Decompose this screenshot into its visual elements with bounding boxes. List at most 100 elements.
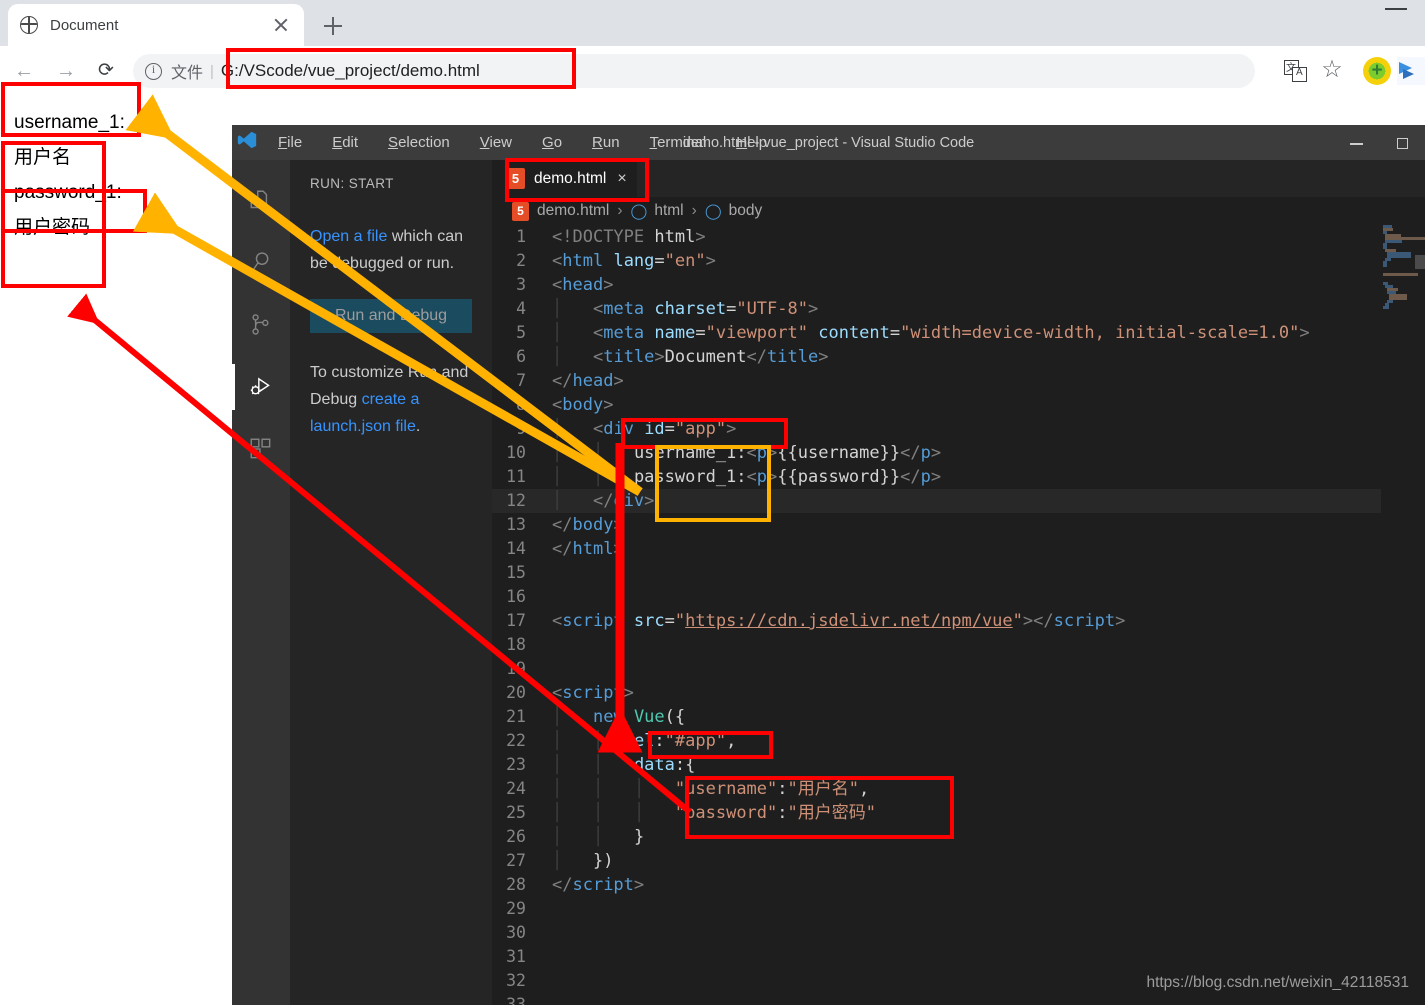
browser-tab[interactable]: Document xyxy=(8,4,304,46)
forward-icon[interactable]: → xyxy=(52,57,80,85)
line-number: 7 xyxy=(516,371,526,390)
line-number: 22 xyxy=(506,731,526,750)
code-line[interactable]: 19 xyxy=(492,657,1425,681)
vscode-window: File Edit Selection View Go Run Terminal… xyxy=(232,125,1425,1005)
code-line[interactable]: 20 <script> xyxy=(492,681,1425,705)
window-minimize-button[interactable] xyxy=(1385,8,1407,10)
open-file-hint: Open a file which can be debugged or run… xyxy=(310,223,472,277)
code-line[interactable]: 8 <body> xyxy=(492,393,1425,417)
line-number: 14 xyxy=(506,539,526,558)
line-number: 26 xyxy=(506,827,526,846)
breadcrumb-item-file[interactable]: demo.html xyxy=(537,202,609,220)
code-line[interactable]: 25 │ │ │ "password":"用户密码" xyxy=(492,801,1425,825)
username-label-box xyxy=(1,82,141,137)
bookmark-star-icon[interactable]: ☆ xyxy=(1319,58,1345,84)
code-line[interactable]: 3 <head> xyxy=(492,273,1425,297)
vscode-maximize-icon[interactable] xyxy=(1379,135,1425,151)
code-line[interactable]: 33 xyxy=(492,993,1425,1005)
translate-icon[interactable] xyxy=(1283,58,1309,84)
run-and-debug-icon[interactable] xyxy=(232,356,290,418)
code-line[interactable]: 5 │ <meta name="viewport" content="width=… xyxy=(492,321,1425,345)
menu-view[interactable]: View xyxy=(480,134,512,151)
line-number: 29 xyxy=(506,899,526,918)
code-line[interactable]: 31 xyxy=(492,945,1425,969)
customize-hint-b: . xyxy=(415,418,421,435)
menu-help[interactable]: Help xyxy=(736,134,767,151)
code-line[interactable]: 23 │ │ data:{ xyxy=(492,753,1425,777)
code-line[interactable]: 1 <!DOCTYPE html> xyxy=(492,225,1425,249)
menu-file[interactable]: File xyxy=(278,134,302,151)
minimap-row xyxy=(1383,273,1418,276)
open-a-file-link[interactable]: Open a file xyxy=(310,228,387,245)
back-icon[interactable]: ← xyxy=(10,57,38,85)
vscode-titlebar: File Edit Selection View Go Run Terminal… xyxy=(232,125,1425,160)
code-line[interactable]: 14 </html> xyxy=(492,537,1425,561)
minimap-row xyxy=(1383,264,1388,267)
code-line[interactable]: 26 │ │ } xyxy=(492,825,1425,849)
code-editor[interactable]: 1 <!DOCTYPE html> 2 <html lang="en"> 3 <head>… xyxy=(492,225,1425,1005)
watermark-text: https://blog.csdn.net/weixin_42118531 xyxy=(1146,974,1409,991)
code-line[interactable]: 29 xyxy=(492,897,1425,921)
globe-icon xyxy=(20,16,38,34)
code-line[interactable]: 11 │ │ password_1:<p>{{password}}</p> xyxy=(492,465,1425,489)
code-line[interactable]: 12 │ </div> xyxy=(492,489,1425,513)
code-line[interactable]: 2 <html lang="en"> xyxy=(492,249,1425,273)
code-line[interactable]: 7 </head> xyxy=(492,369,1425,393)
code-line[interactable]: 17 <script src="https://cdn.jsdelivr.net/… xyxy=(492,609,1425,633)
line-number: 20 xyxy=(506,683,526,702)
code-line[interactable]: 6 │ <title>Document</title> xyxy=(492,345,1425,369)
extensions-icon[interactable] xyxy=(232,418,290,480)
close-icon[interactable] xyxy=(270,14,292,36)
browser-tabstrip: Document xyxy=(0,0,1425,46)
code-line[interactable]: 4 │ <meta charset="UTF-8"> xyxy=(492,297,1425,321)
code-line[interactable]: 28 </script> xyxy=(492,873,1425,897)
code-line[interactable]: 27 │ }) xyxy=(492,849,1425,873)
breadcrumb-item-body[interactable]: body xyxy=(729,202,763,220)
editor-minimap[interactable] xyxy=(1381,225,1425,1005)
line-content: │ }) xyxy=(552,851,614,871)
source-control-icon[interactable] xyxy=(232,294,290,356)
search-icon[interactable] xyxy=(232,232,290,294)
line-number: 23 xyxy=(506,755,526,774)
line-number: 8 xyxy=(516,395,526,414)
vscode-activity-bar xyxy=(232,160,290,1005)
line-content: <body> xyxy=(552,395,614,415)
menu-terminal[interactable]: Terminal xyxy=(650,134,707,151)
code-line[interactable]: 30 xyxy=(492,921,1425,945)
data-values-box xyxy=(685,776,954,839)
extension-bird-icon[interactable] xyxy=(1397,57,1425,85)
code-line[interactable]: 18 xyxy=(492,633,1425,657)
html5-icon: 5 xyxy=(512,201,529,221)
line-number: 5 xyxy=(516,323,526,342)
line-number: 15 xyxy=(506,563,526,582)
line-content: │ <meta name="viewport" content="width=d… xyxy=(552,323,1310,343)
code-line[interactable]: 16 xyxy=(492,585,1425,609)
template-bindings-box xyxy=(655,445,771,522)
vscode-window-controls xyxy=(1333,125,1425,160)
info-icon[interactable] xyxy=(145,62,162,80)
line-content: <html lang="en"> xyxy=(552,251,716,271)
breadcrumb-item-html[interactable]: html xyxy=(654,202,683,220)
customize-hint: To customize Run and Debug create a laun… xyxy=(310,359,472,440)
extension-green-icon[interactable] xyxy=(1363,57,1391,85)
line-content: <script src="https://cdn.jsdelivr.net/np… xyxy=(552,611,1126,631)
vscode-editor-area: 5 demo.html × 5 demo.html › ◯ html › ◯ b… xyxy=(492,160,1425,1005)
reload-icon[interactable]: ⟳ xyxy=(92,57,120,85)
editor-scrollbar[interactable] xyxy=(1415,255,1425,269)
menu-go[interactable]: Go xyxy=(542,134,562,151)
code-line[interactable]: 13 </body> xyxy=(492,513,1425,537)
code-line[interactable]: 15 xyxy=(492,561,1425,585)
menu-run[interactable]: Run xyxy=(592,134,620,151)
code-line[interactable]: 22 │ │ el:"#app", xyxy=(492,729,1425,753)
vscode-minimize-icon[interactable] xyxy=(1333,135,1379,151)
menu-selection[interactable]: Selection xyxy=(388,134,450,151)
explorer-icon[interactable] xyxy=(232,170,290,232)
minimap-row xyxy=(1383,306,1389,309)
code-line[interactable]: 24 │ │ │ "username":"用户名", xyxy=(492,777,1425,801)
line-number: 19 xyxy=(506,659,526,678)
line-content: </body> xyxy=(552,515,624,535)
run-and-debug-button[interactable]: Run and Debug xyxy=(310,299,472,333)
new-tab-button[interactable] xyxy=(318,11,348,41)
menu-edit[interactable]: Edit xyxy=(332,134,358,151)
code-line[interactable]: 21 │ new Vue({ xyxy=(492,705,1425,729)
